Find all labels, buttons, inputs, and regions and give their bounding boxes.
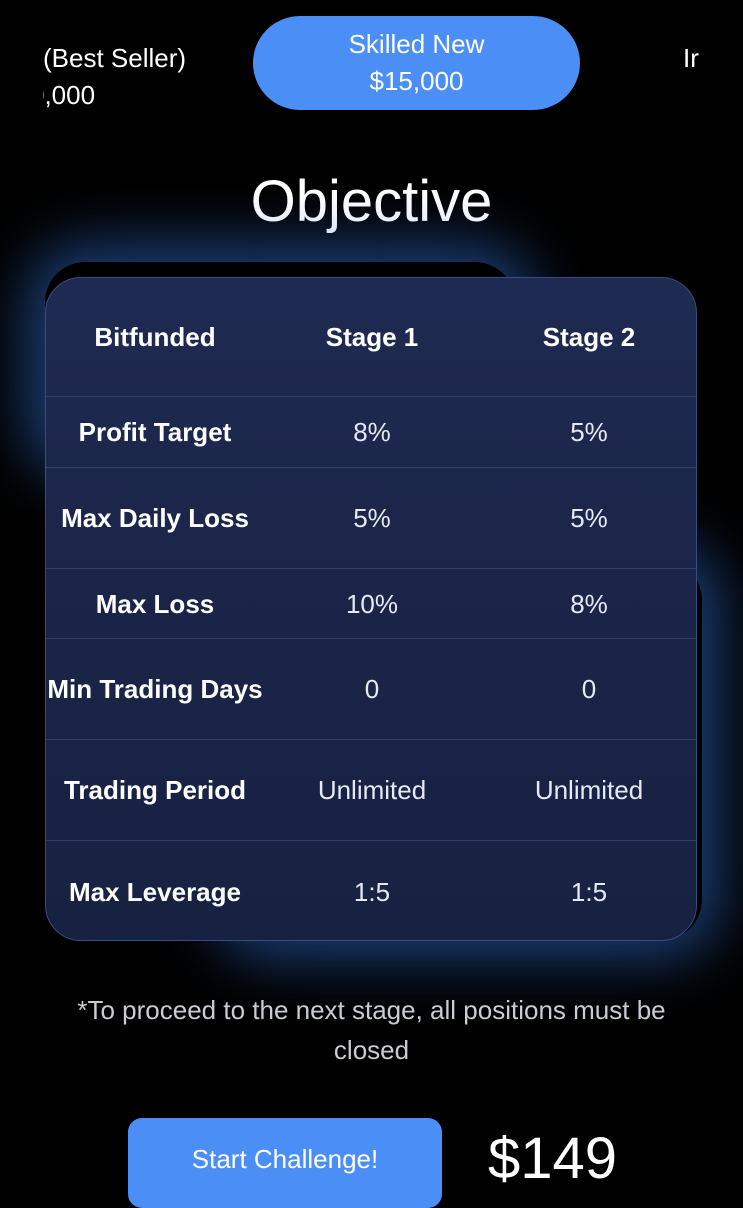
- stage-2-value: 0: [581, 674, 597, 704]
- table-row-min-trading-days: Min Trading Days 0 0: [46, 638, 696, 739]
- table-row-max-leverage: Max Leverage 1:5 1:5: [46, 840, 696, 940]
- stage-footnote: *To proceed to the next stage, all posit…: [77, 995, 666, 1065]
- column-header-stage-2: Stage 2: [542, 322, 636, 352]
- stage-2-value: 5%: [570, 503, 608, 533]
- row-label: Max Leverage: [69, 876, 241, 907]
- stage-1-value: Unlimited: [317, 775, 427, 805]
- stage-2-value: 8%: [570, 588, 608, 619]
- objectives-table: Bitfunded Stage 1 Stage 2 Profit Target …: [45, 277, 697, 941]
- stage-1-value: 10%: [345, 588, 399, 619]
- column-header-bitfunded: Bitfunded: [94, 322, 216, 352]
- stage-2-value: Unlimited: [534, 775, 644, 805]
- table-row-trading-period: Trading Period Unlimited Unlimited: [46, 739, 696, 840]
- page-title: Objective: [250, 169, 493, 234]
- plan-option-name: (Best Seller): [43, 43, 187, 73]
- stage-1-value: 5%: [353, 503, 391, 533]
- table-row-profit-target: Profit Target 8% 5%: [46, 396, 696, 467]
- plan-option-next[interactable]: Ir: [683, 40, 701, 77]
- price-label: $149: [488, 1126, 618, 1191]
- plan-option-name: Skilled New: [348, 29, 485, 59]
- table-row-max-daily-loss: Max Daily Loss 5% 5%: [46, 467, 696, 568]
- row-label: Max Loss: [95, 588, 215, 619]
- row-label: Min Trading Days: [47, 674, 263, 704]
- row-label: Max Daily Loss: [61, 503, 249, 533]
- stage-1-value: 0: [364, 674, 380, 704]
- stage-1-value: 1:5: [353, 876, 391, 907]
- stage-1-value: 8%: [353, 417, 391, 447]
- stage-2-value: 1:5: [570, 876, 608, 907]
- plan-option-name: Ir: [683, 43, 699, 73]
- table-row-max-loss: Max Loss 10% 8%: [46, 568, 696, 638]
- column-header-stage-1: Stage 1: [325, 322, 419, 352]
- plan-option-amount: 0,000: [43, 80, 96, 110]
- plan-option-amount: $15,000: [369, 66, 464, 96]
- table-header-row: Bitfunded Stage 1 Stage 2: [46, 278, 696, 396]
- stage-2-value: 5%: [570, 417, 608, 447]
- start-challenge-button[interactable]: Start Challenge!: [128, 1118, 442, 1208]
- plan-option-best-seller[interactable]: (Best Seller) 0,000: [43, 40, 243, 114]
- row-label: Profit Target: [78, 417, 232, 447]
- plan-option-skilled-new-selected[interactable]: Skilled New $15,000: [253, 16, 580, 110]
- row-label: Trading Period: [63, 775, 247, 805]
